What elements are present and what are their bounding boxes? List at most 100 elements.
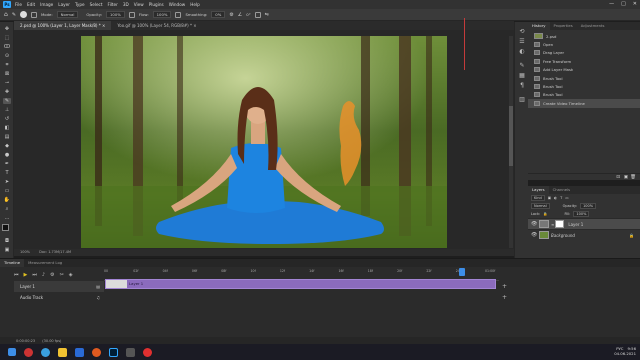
- menu-plugins[interactable]: Plugins: [149, 2, 164, 7]
- history-item[interactable]: Brush Tool: [528, 91, 640, 99]
- history-item[interactable]: Brush Tool: [528, 74, 640, 82]
- lasso-tool-icon[interactable]: ↀ: [3, 44, 11, 50]
- maximize-button[interactable]: □: [621, 1, 626, 7]
- menu-image[interactable]: Image: [40, 2, 53, 7]
- menu-file[interactable]: File: [15, 2, 22, 7]
- system-tray[interactable]: РУС 9:56 04.06.2021: [614, 346, 636, 356]
- eraser-tool-icon[interactable]: ◧: [3, 125, 11, 131]
- menu-filter[interactable]: Filter: [107, 2, 117, 7]
- crop-tool-icon[interactable]: ⌗: [3, 62, 11, 68]
- angle-input[interactable]: 0°: [246, 12, 250, 17]
- tab-document-yoogif[interactable]: Yoo.gif @ 100% (Layer 54, RGB/8#) * ×: [111, 21, 202, 30]
- speaker-icon[interactable]: ♫: [96, 295, 100, 300]
- menu-3d[interactable]: 3D: [123, 2, 129, 7]
- pen-tool-icon[interactable]: ✒: [3, 161, 11, 167]
- gradient-tool-icon[interactable]: ▤: [3, 134, 11, 140]
- filter-adjust-icon[interactable]: ◐: [554, 196, 557, 200]
- settings-icon[interactable]: ⚙: [50, 272, 54, 278]
- clone-stamp-tool-icon[interactable]: ⊥: [3, 107, 11, 113]
- type-tool-icon[interactable]: T: [3, 170, 11, 176]
- menu-window[interactable]: Window: [169, 2, 186, 7]
- healing-brush-tool-icon[interactable]: ✚: [3, 89, 11, 95]
- history-item[interactable]: Add Layer Mask: [528, 66, 640, 74]
- transition-icon[interactable]: ◈: [69, 272, 73, 278]
- fill-input[interactable]: 100%: [573, 211, 590, 217]
- dodge-tool-icon[interactable]: ●: [3, 152, 11, 158]
- trash-icon[interactable]: 🗑: [630, 175, 636, 180]
- brush-preset-picker[interactable]: [20, 11, 28, 18]
- link-icon[interactable]: ∞: [551, 222, 554, 227]
- opera-icon[interactable]: [24, 347, 33, 357]
- lock-icon[interactable]: 🔒: [543, 212, 547, 216]
- brush-tool-icon[interactable]: ✎: [3, 98, 11, 104]
- scrollbar-thumb[interactable]: [509, 106, 513, 166]
- brush-tool-icon[interactable]: ✎: [12, 12, 16, 18]
- pressure-opacity-icon[interactable]: [128, 11, 135, 18]
- history-item[interactable]: Free Transform: [528, 57, 640, 65]
- smoothing-input[interactable]: 0%: [211, 11, 226, 18]
- filter-shape-icon[interactable]: ▭: [565, 196, 568, 200]
- photoshop-taskbar-icon[interactable]: [109, 347, 118, 357]
- history-item[interactable]: Open: [528, 40, 640, 48]
- layer-opacity-input[interactable]: 100%: [580, 203, 597, 209]
- add-audio-icon[interactable]: +: [502, 294, 507, 301]
- tab-document-2psd[interactable]: 2.psd @ 100% (Layer 1, Layer Mask/8) * ×: [14, 21, 112, 30]
- quick-mask-icon[interactable]: ◘: [3, 238, 11, 244]
- brush-panel-icon[interactable]: ✎: [518, 62, 526, 69]
- go-to-first-frame-icon[interactable]: ⏮: [14, 272, 19, 278]
- paragraph-panel-icon[interactable]: ¶: [518, 82, 526, 89]
- filter-type-icon[interactable]: T: [560, 196, 562, 200]
- layer-row-selected[interactable]: 👁 ∞ Layer 1: [528, 218, 640, 229]
- track-audio[interactable]: Audio Track ♫: [14, 292, 104, 303]
- layer-kind-filter[interactable]: Kind: [531, 195, 545, 201]
- split-icon[interactable]: ✂: [60, 272, 64, 278]
- blend-mode-select[interactable]: Normal: [531, 203, 550, 209]
- film-icon[interactable]: ▤: [96, 284, 100, 289]
- tab-adjustments[interactable]: Adjustments: [577, 22, 609, 30]
- history-item[interactable]: Drag Layer: [528, 49, 640, 57]
- document-canvas-image[interactable]: [81, 36, 447, 248]
- tab-properties[interactable]: Properties: [550, 22, 577, 30]
- audio-icon[interactable]: ♪: [42, 272, 45, 278]
- zoom-level[interactable]: 100%: [20, 250, 30, 254]
- mode-select[interactable]: Normal: [56, 11, 79, 18]
- media-player-icon[interactable]: [92, 347, 101, 357]
- menu-view[interactable]: View: [134, 2, 144, 7]
- tab-history[interactable]: History: [528, 22, 550, 30]
- blur-tool-icon[interactable]: ◆: [3, 143, 11, 149]
- browser-icon[interactable]: [41, 347, 50, 357]
- flow-input[interactable]: 100%: [152, 11, 172, 18]
- menu-help[interactable]: Help: [190, 2, 200, 7]
- canvas-vertical-scrollbar[interactable]: [509, 36, 513, 248]
- track-layer-1[interactable]: Layer 1 ▤: [14, 281, 104, 292]
- layer-row[interactable]: 👁 Background 🔒: [528, 229, 640, 240]
- frame-tool-icon[interactable]: ⊠: [3, 71, 11, 77]
- history-panel-icon[interactable]: ⟲: [518, 28, 526, 35]
- tab-layers[interactable]: Layers: [528, 186, 549, 194]
- go-to-next-frame-icon[interactable]: ⏭: [32, 272, 37, 278]
- add-media-icon[interactable]: +: [502, 283, 507, 290]
- adjustments-panel-icon[interactable]: ◐: [518, 48, 526, 55]
- brush-settings-icon[interactable]: [31, 11, 38, 18]
- tab-timeline[interactable]: Timeline: [0, 259, 25, 267]
- home-icon[interactable]: ⌂: [4, 11, 8, 18]
- word-icon[interactable]: [75, 347, 84, 357]
- path-select-tool-icon[interactable]: ➤: [3, 179, 11, 185]
- swatches-panel-icon[interactable]: ▦: [518, 72, 526, 79]
- opacity-input[interactable]: 100%: [106, 11, 125, 18]
- camera-icon[interactable]: ▣: [624, 175, 628, 180]
- foreground-color-swatch[interactable]: [2, 224, 9, 231]
- pressure-size-icon[interactable]: [254, 11, 261, 18]
- menu-select[interactable]: Select: [90, 2, 103, 7]
- menu-type[interactable]: Type: [75, 2, 85, 7]
- file-explorer-icon[interactable]: [58, 347, 67, 357]
- layer-clip[interactable]: Layer 1: [105, 279, 496, 289]
- airbrush-icon[interactable]: [175, 11, 182, 18]
- tab-channels[interactable]: Channels: [549, 186, 575, 194]
- history-item[interactable]: Brush Tool: [528, 82, 640, 90]
- smoothing-settings-icon[interactable]: ⚙: [229, 12, 233, 18]
- move-tool-icon[interactable]: ✥: [3, 26, 11, 32]
- menu-edit[interactable]: Edit: [27, 2, 35, 7]
- menu-layer[interactable]: Layer: [58, 2, 70, 7]
- history-item-selected[interactable]: Create Video Timeline: [528, 99, 640, 108]
